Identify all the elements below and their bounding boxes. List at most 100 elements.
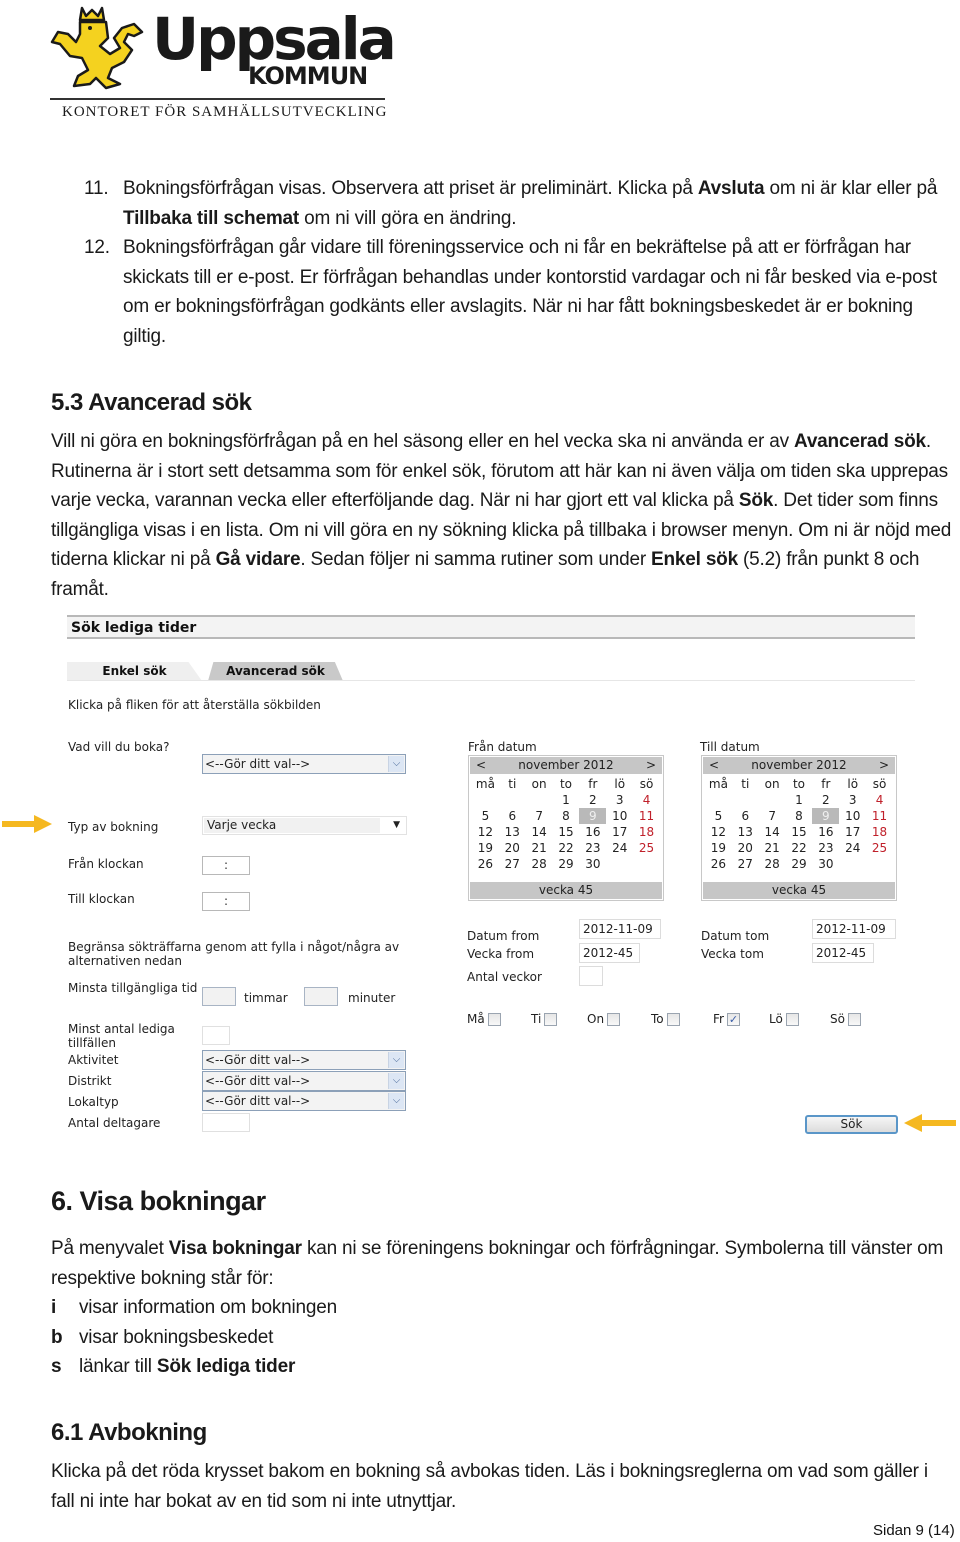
calendar-day[interactable]: 1 (553, 792, 580, 808)
calendar-day[interactable]: 22 (553, 840, 580, 856)
vecka-tom-input[interactable]: 2012-45 (812, 943, 874, 963)
calendar-day[interactable]: 4 (633, 792, 660, 808)
calendar-day[interactable]: 14 (526, 824, 553, 840)
calendar-day[interactable]: 7 (526, 808, 553, 824)
prev-month-button[interactable]: < (476, 757, 486, 774)
week-button[interactable]: vecka 45 (470, 882, 662, 899)
calendar-day[interactable]: 8 (786, 808, 813, 824)
checkbox-fr[interactable]: Fr ✓ (713, 1012, 740, 1026)
calendar-day[interactable]: 10 (839, 808, 866, 824)
calendar-day[interactable]: 27 (732, 856, 759, 872)
calendar-day[interactable]: 11 (633, 808, 660, 824)
calendar-day[interactable]: 14 (759, 824, 786, 840)
calendar-day[interactable]: 18 (866, 824, 893, 840)
antal-deltagare-input[interactable] (202, 1113, 250, 1132)
prev-month-button[interactable]: < (709, 757, 719, 774)
calendar-day[interactable]: 4 (866, 792, 893, 808)
calendar-day[interactable]: 8 (553, 808, 580, 824)
calendar-day[interactable]: 17 (839, 824, 866, 840)
checkbox-to[interactable]: To (651, 1012, 680, 1026)
next-month-button[interactable]: > (646, 757, 656, 774)
tab-enkel-sok[interactable]: Enkel sök (67, 662, 202, 681)
calendar-day[interactable]: 20 (499, 840, 526, 856)
calendar-day[interactable]: 20 (732, 840, 759, 856)
checkbox-må[interactable]: Må (467, 1012, 501, 1026)
till-klockan-input[interactable]: : (202, 892, 250, 911)
calendar-day[interactable]: 26 (472, 856, 499, 872)
calendar-day[interactable]: 21 (759, 840, 786, 856)
checkbox-sö[interactable]: Sö (830, 1012, 861, 1026)
calendar-day[interactable]: 18 (633, 824, 660, 840)
calendar-day-selected[interactable]: 9 (579, 808, 607, 824)
calendar-day[interactable]: 10 (606, 808, 633, 824)
calendar-day[interactable]: 28 (526, 856, 553, 872)
calendar-day[interactable]: 28 (759, 856, 786, 872)
checkbox-label: Ti (531, 1012, 542, 1026)
calendar-day[interactable]: 26 (705, 856, 732, 872)
typ-select[interactable]: Varje vecka ▼ (202, 816, 407, 835)
checkbox-unchecked[interactable] (666, 1012, 680, 1026)
datum-tom-input[interactable]: 2012-11-09 (812, 919, 896, 939)
calendar-day[interactable]: 16 (812, 824, 839, 840)
calendar-day[interactable]: 23 (579, 840, 606, 856)
calendar-day[interactable]: 19 (705, 840, 732, 856)
week-button[interactable]: vecka 45 (703, 882, 895, 899)
calendar-day[interactable]: 29 (553, 856, 580, 872)
vad-select[interactable]: <--Gör ditt val--> ⌵ (202, 754, 406, 774)
calendar-day[interactable]: 15 (553, 824, 580, 840)
checkbox-unchecked[interactable] (487, 1012, 501, 1026)
calendar-day[interactable]: 23 (812, 840, 839, 856)
next-month-button[interactable]: > (879, 757, 889, 774)
calendar-day[interactable]: 6 (499, 808, 526, 824)
calendar-day[interactable]: 22 (786, 840, 813, 856)
checkbox-on[interactable]: On (587, 1012, 621, 1026)
calendar-day[interactable]: 27 (499, 856, 526, 872)
checkbox-lö[interactable]: Lö (769, 1012, 799, 1026)
lokaltyp-select[interactable]: <--Gör ditt val--> ⌵ (202, 1091, 406, 1111)
calendar-day[interactable]: 13 (499, 824, 526, 840)
calendar-day[interactable]: 2 (579, 792, 606, 808)
calendar-day[interactable]: 13 (732, 824, 759, 840)
calendar-day[interactable]: 25 (866, 840, 893, 856)
calendar-day[interactable]: 12 (705, 824, 732, 840)
calendar-day[interactable]: 6 (732, 808, 759, 824)
minst-antal-input[interactable] (202, 1026, 230, 1045)
calendar-day[interactable]: 1 (786, 792, 813, 808)
checkbox-unchecked[interactable] (785, 1012, 799, 1026)
calendar-day[interactable]: 11 (866, 808, 893, 824)
calendar-day[interactable]: 25 (633, 840, 660, 856)
calendar-day[interactable]: 5 (472, 808, 499, 824)
calendar-day[interactable]: 30 (579, 856, 606, 872)
calendar-day[interactable]: 19 (472, 840, 499, 856)
calendar-day[interactable]: 29 (786, 856, 813, 872)
calendar-day-selected[interactable]: 9 (812, 808, 840, 824)
calendar-day[interactable]: 16 (579, 824, 606, 840)
checkbox-unchecked[interactable] (544, 1012, 558, 1026)
calendar-day[interactable]: 17 (606, 824, 633, 840)
minuter-input[interactable] (304, 987, 338, 1006)
calendar-day[interactable]: 3 (606, 792, 633, 808)
vecka-from-input[interactable]: 2012-45 (579, 943, 640, 963)
sok-button[interactable]: Sök (805, 1115, 898, 1134)
calendar-day[interactable]: 30 (812, 856, 839, 872)
calendar-day[interactable]: 21 (526, 840, 553, 856)
tab-avancerad-sok[interactable]: Avancerad sök (208, 662, 343, 681)
calendar-day[interactable]: 2 (812, 792, 839, 808)
calendar-day[interactable]: 3 (839, 792, 866, 808)
distrikt-select[interactable]: <--Gör ditt val--> ⌵ (202, 1071, 406, 1091)
fran-klockan-input[interactable]: : (202, 856, 250, 875)
calendar-day[interactable]: 5 (705, 808, 732, 824)
aktivitet-select[interactable]: <--Gör ditt val--> ⌵ (202, 1050, 406, 1070)
calendar-day[interactable]: 12 (472, 824, 499, 840)
checkbox-ti[interactable]: Ti (531, 1012, 558, 1026)
calendar-day[interactable]: 24 (606, 840, 633, 856)
datum-from-input[interactable]: 2012-11-09 (579, 919, 661, 939)
checkbox-unchecked[interactable] (607, 1012, 621, 1026)
antal-veckor-input[interactable] (579, 966, 603, 986)
calendar-day[interactable]: 15 (786, 824, 813, 840)
calendar-day[interactable]: 24 (839, 840, 866, 856)
calendar-day[interactable]: 7 (759, 808, 786, 824)
checkbox-checked[interactable]: ✓ (726, 1012, 740, 1026)
timmar-input[interactable] (202, 987, 236, 1006)
checkbox-unchecked[interactable] (847, 1012, 861, 1026)
